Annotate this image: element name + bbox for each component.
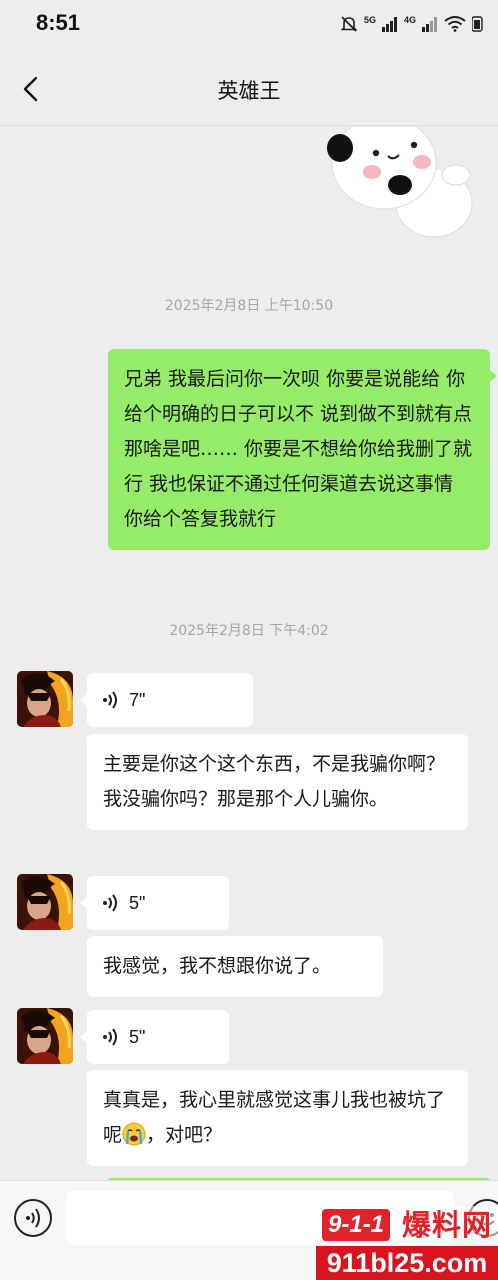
- voice-transcript[interactable]: 我感觉，我不想跟你说了。: [87, 936, 383, 997]
- voice-message[interactable]: 5": [80, 876, 229, 930]
- status-icons: 5G 4G: [340, 14, 484, 34]
- watermark-top: 9-1-1 爆料网: [316, 1206, 498, 1244]
- signal-icon: [381, 17, 397, 32]
- transcript-text: 我感觉，我不想跟你说了。: [103, 955, 332, 977]
- voice-input-toggle[interactable]: [14, 1199, 52, 1237]
- contact-avatar[interactable]: [17, 671, 73, 727]
- network-label-4g: 4G: [403, 14, 416, 25]
- voice-transcript[interactable]: 真真是，我心里就感觉这事儿我也被坑了呢 ，对吧？: [87, 1070, 468, 1166]
- contact-avatar[interactable]: [17, 1008, 73, 1064]
- voice-wave-icon: [103, 1028, 117, 1046]
- wifi-icon: [444, 16, 466, 32]
- watermark-name: 爆料网: [402, 1208, 493, 1242]
- voice-message[interactable]: 7": [80, 673, 253, 727]
- chat-title: 英雄王: [217, 79, 281, 103]
- outgoing-message-bubble[interactable]: 兄弟 我最后问你一次呗 你要是说能给 你给个明确的日子可以不 说到做不到就有点那…: [108, 349, 497, 550]
- watermark: 9-1-1 爆料网 911bl25.com: [316, 1206, 498, 1280]
- timestamp: 2025年2月8日 下午4:02: [169, 623, 329, 639]
- voice-duration: 5": [129, 1027, 146, 1047]
- mute-bell-icon: [340, 16, 358, 32]
- voice-transcript[interactable]: 主要是你这个这个东西，不是我骗你啊？我没骗你吗？那是那个人儿骗你。: [87, 734, 468, 830]
- watermark-logo: 9-1-1: [322, 1209, 391, 1241]
- transcript-text: 主要是你这个这个东西，不是我骗你啊？我没骗你吗？那是那个人儿骗你。: [103, 753, 446, 810]
- battery-icon: [472, 16, 483, 32]
- voice-wave-icon: [103, 894, 117, 912]
- panda-sticker[interactable]: [316, 127, 478, 253]
- voice-mode-icon: [26, 1208, 40, 1228]
- transcript-text-end: ，对吧？: [146, 1124, 223, 1146]
- watermark-url: 911bl25.com: [316, 1246, 498, 1280]
- voice-duration: 5": [129, 893, 146, 913]
- status-time: 8:51: [36, 10, 81, 35]
- timestamp: 2025年2月8日 上午10:50: [164, 298, 334, 314]
- chat-header: 英雄王: [0, 48, 498, 126]
- network-label-5g: 5G: [363, 14, 376, 25]
- status-bar: 8:51 5G 4G: [0, 0, 498, 48]
- crying-emoji-icon: [122, 1122, 146, 1146]
- voice-duration: 7": [129, 690, 146, 710]
- contact-avatar[interactable]: [17, 874, 73, 930]
- message-list[interactable]: 2025年2月8日 上午10:50 兄弟 我最后问你一次呗 你要是说能给 你给个…: [0, 127, 498, 1180]
- signal-icon-2: [422, 17, 437, 32]
- message-text: 兄弟 我最后问你一次呗 你要是说能给 你给个明确的日子可以不 说到做不到就有点那…: [124, 368, 473, 530]
- voice-message[interactable]: 5": [80, 1010, 229, 1064]
- voice-wave-icon: [103, 691, 117, 709]
